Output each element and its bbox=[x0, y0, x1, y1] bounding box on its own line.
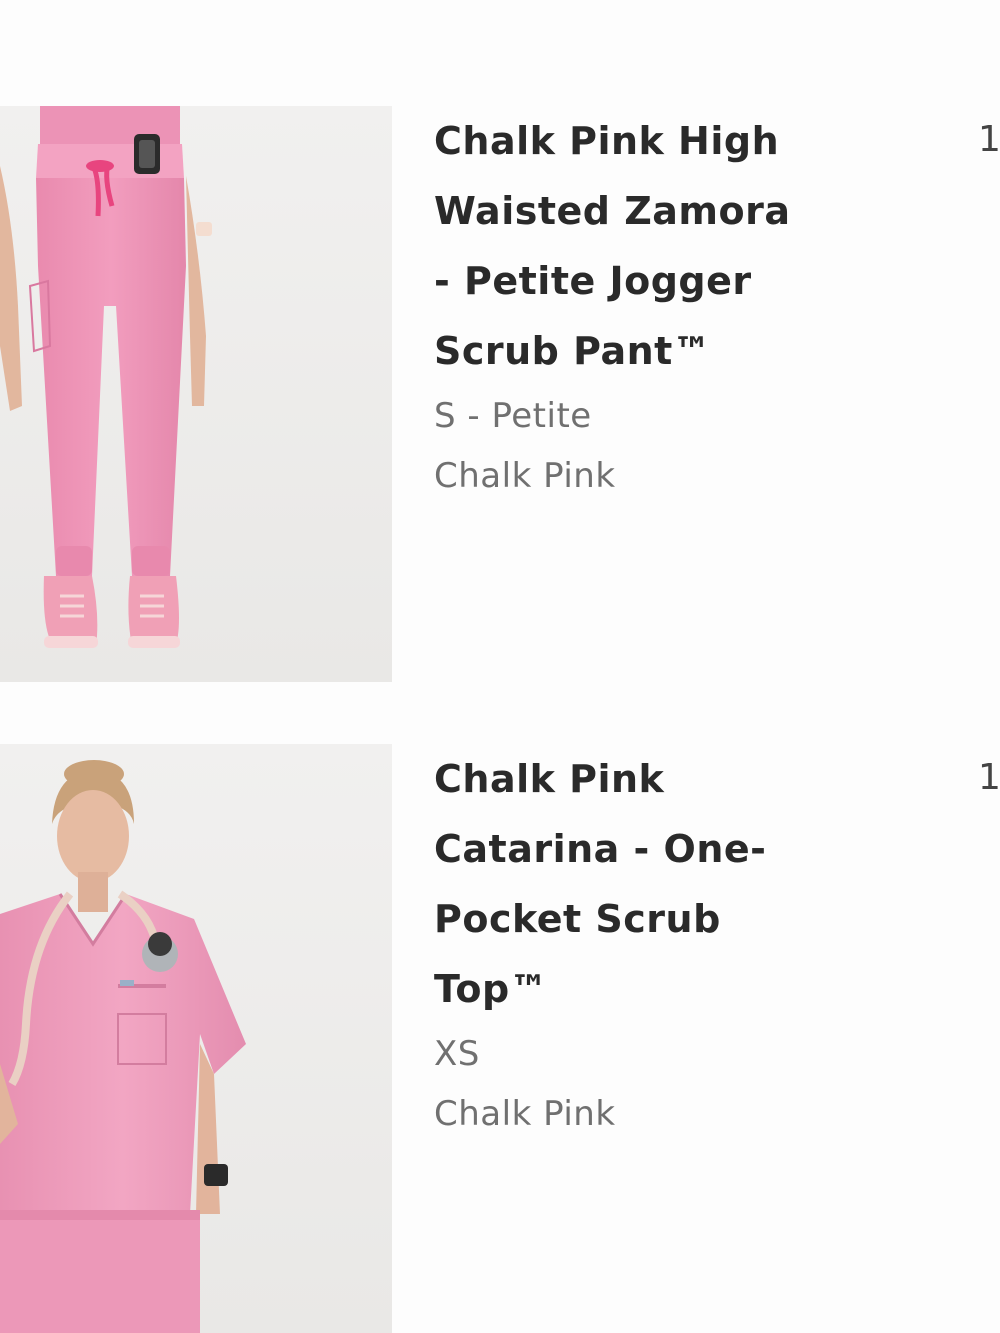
top-photo-icon bbox=[0, 760, 246, 1333]
item-details: Chalk Pink Catarina - One-Pocket Scrub T… bbox=[434, 744, 954, 1144]
product-title[interactable]: Chalk Pink Catarina - One-Pocket Scrub T… bbox=[434, 744, 794, 1024]
pants-photo-icon bbox=[0, 106, 212, 648]
variant-size: S - Petite bbox=[434, 396, 592, 436]
cart-page: Chalk Pink High Waisted Zamora - Petite … bbox=[0, 0, 1000, 1333]
quantity-value[interactable]: 1 bbox=[978, 756, 1000, 800]
variant-color: Chalk Pink bbox=[434, 1094, 616, 1134]
product-image-top[interactable] bbox=[0, 744, 392, 1333]
quantity-value[interactable]: 1 bbox=[978, 118, 1000, 162]
cart-item: Chalk Pink High Waisted Zamora - Petite … bbox=[0, 106, 1000, 682]
product-title[interactable]: Chalk Pink High Waisted Zamora - Petite … bbox=[434, 106, 814, 386]
product-image-pants[interactable] bbox=[0, 106, 392, 682]
item-details: Chalk Pink High Waisted Zamora - Petite … bbox=[434, 106, 954, 506]
variant-color: Chalk Pink bbox=[434, 456, 616, 496]
cart-item: Chalk Pink Catarina - One-Pocket Scrub T… bbox=[0, 744, 1000, 1333]
variant-size: XS bbox=[434, 1034, 480, 1074]
